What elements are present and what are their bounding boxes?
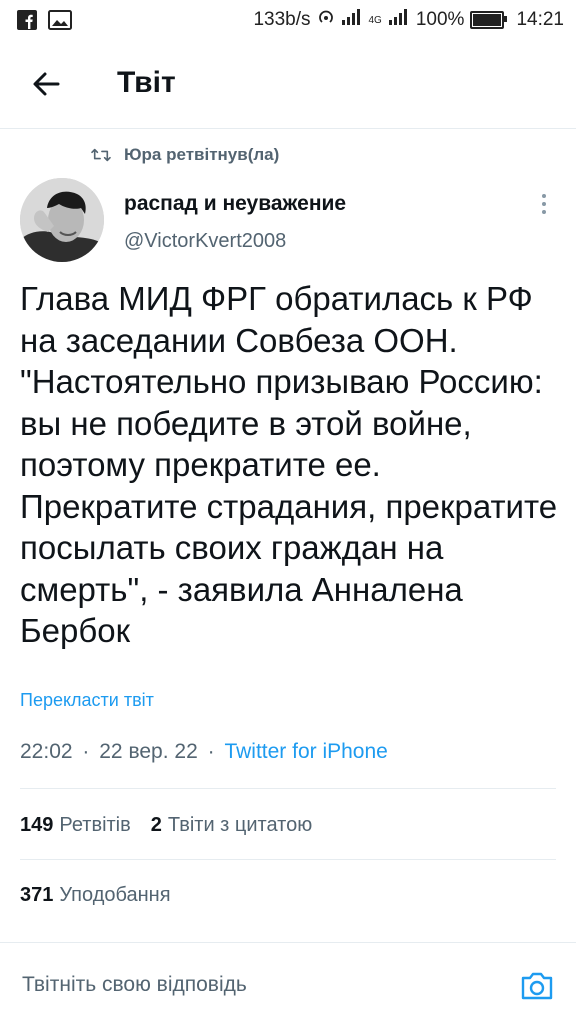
signal-icon	[341, 8, 363, 32]
more-vertical-icon	[542, 194, 546, 214]
tweet-source-link[interactable]: Twitter for iPhone	[224, 740, 387, 763]
quotes-stat[interactable]: 2 Твіти з цитатою	[151, 814, 312, 837]
avatar[interactable]	[20, 178, 104, 262]
arrow-left-icon	[33, 72, 60, 96]
back-button[interactable]	[26, 64, 66, 104]
page-title: Твіт	[117, 66, 176, 99]
engagement-stats: 149 Ретвітів 2 Твіти з цитатою	[20, 814, 312, 837]
meta-separator: ·	[207, 740, 215, 763]
image-notification-icon	[48, 9, 72, 37]
likes-stats: 371 Уподобання	[20, 884, 171, 907]
retweets-count: 149	[20, 814, 54, 836]
tweet-date: 22 вер. 22	[99, 740, 198, 763]
divider	[20, 859, 556, 860]
likes-count: 371	[20, 884, 54, 906]
net-speed: 133b/s	[253, 9, 311, 30]
quotes-label: Твіти з цитатою	[167, 814, 313, 836]
signal-4g-icon	[388, 8, 410, 32]
camera-icon	[521, 972, 553, 1000]
translate-tweet-link[interactable]: Перекласти твіт	[20, 690, 154, 711]
more-options-button[interactable]	[530, 188, 558, 220]
retweets-label: Ретвітів	[59, 814, 131, 836]
likes-stat[interactable]: 371 Уподобання	[20, 884, 171, 907]
clock: 14:21	[516, 9, 564, 30]
retweets-stat[interactable]: 149 Ретвітів	[20, 814, 131, 837]
tweet-meta: 22:02 · 22 вер. 22 · Twitter for iPhone	[20, 740, 388, 764]
tweet-time: 22:02	[20, 740, 73, 763]
status-bar: 133b/s 4G 100% 14:21	[0, 0, 576, 40]
reply-input[interactable]: Твітніть свою відповідь	[22, 973, 247, 997]
top-app-bar: Твіт	[0, 40, 576, 129]
retweeted-by-label: Юра ретвітнув(ла)	[124, 145, 280, 164]
retweet-icon	[91, 148, 111, 162]
facebook-notification-icon	[16, 9, 38, 37]
reply-composer: Твітніть свою відповідь	[0, 942, 576, 1024]
author-handle[interactable]: @VictorKvert2008	[124, 230, 286, 253]
likes-label: Уподобання	[59, 884, 171, 906]
battery-percent: 100%	[415, 9, 465, 30]
hotspot-icon	[317, 8, 335, 32]
divider	[20, 788, 556, 789]
camera-button[interactable]	[519, 969, 555, 1003]
tweet-text: Глава МИД ФРГ обратилась к РФ на заседан…	[20, 280, 558, 649]
battery-icon	[470, 11, 508, 29]
author-name[interactable]: распад и неуважение	[124, 192, 346, 216]
retweeted-by[interactable]: Юра ретвітнув(ла)	[90, 145, 279, 165]
network-type: 4G	[368, 14, 382, 26]
avatar-image	[20, 178, 104, 262]
tweet-detail-screen: 133b/s 4G 100% 14:21 Твіт Юра ретвітнув(…	[0, 0, 576, 1024]
meta-separator: ·	[82, 740, 90, 763]
quotes-count: 2	[150, 814, 162, 836]
